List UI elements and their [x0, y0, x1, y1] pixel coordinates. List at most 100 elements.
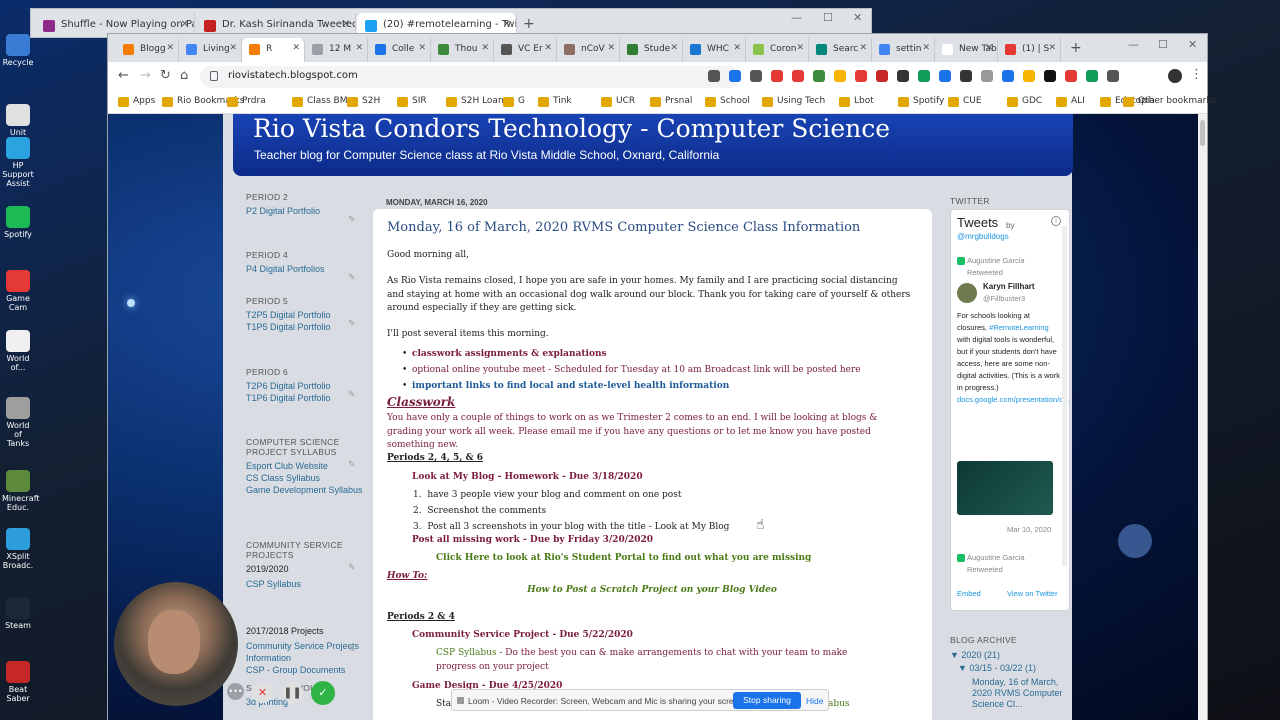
browser-tab[interactable]: Thou ✕	[431, 38, 494, 62]
page-scrollbar[interactable]	[1198, 114, 1207, 720]
sidebar-link[interactable]: CSP Syllabus	[246, 578, 366, 590]
maximize-icon[interactable]: ☐	[1158, 38, 1168, 51]
browser-tab[interactable]: Blogg ✕	[116, 38, 179, 62]
extension-icon[interactable]	[792, 70, 804, 82]
desktop-icon[interactable]: XSplit Broadc.	[2, 528, 34, 570]
browser-tab[interactable]: (1) | S ✕	[998, 38, 1061, 62]
webcam-bubble[interactable]	[114, 582, 238, 706]
extension-icon[interactable]	[876, 70, 888, 82]
cancel-recording-icon[interactable]: ✕	[252, 682, 273, 703]
tab-close-icon[interactable]: ✕	[342, 19, 350, 30]
extension-icon[interactable]	[918, 70, 930, 82]
extension-icon[interactable]	[1023, 70, 1035, 82]
student-portal-link[interactable]: Click Here to look at Rio's Student Port…	[436, 552, 966, 566]
close-icon[interactable]: ✕	[853, 11, 862, 24]
bookmark-item[interactable]: School	[705, 96, 750, 107]
extension-icon[interactable]	[1086, 70, 1098, 82]
desktop-icon[interactable]: Beat Saber	[2, 661, 34, 703]
new-tab-button[interactable]: +	[523, 16, 535, 32]
bookmark-item[interactable]: CUE	[948, 96, 982, 107]
minimize-icon[interactable]: —	[791, 11, 802, 24]
extension-icon[interactable]	[939, 70, 951, 82]
extension-icon[interactable]	[1002, 70, 1014, 82]
desktop-icon[interactable]: Game Cam	[2, 270, 34, 312]
bookmark-item[interactable]: Prdra	[227, 96, 266, 107]
more-options-icon[interactable]: •••	[227, 683, 244, 700]
edit-wrench-icon[interactable]: ✎	[348, 318, 356, 329]
info-icon[interactable]: i	[1051, 216, 1061, 226]
archive-year[interactable]: ▼ 2020 (21)	[950, 650, 1075, 661]
maximize-icon[interactable]: ☐	[823, 11, 833, 24]
tab-close-icon[interactable]: ✕	[733, 43, 741, 53]
tab-close-icon[interactable]: ✕	[166, 43, 174, 53]
list-item-link[interactable]: important links to find local and state-…	[412, 381, 729, 391]
scrollbar-thumb[interactable]	[1200, 120, 1205, 146]
bookmark-item[interactable]: S2H	[347, 96, 380, 107]
extension-icon[interactable]	[1044, 70, 1056, 82]
minimize-icon[interactable]: —	[1128, 38, 1139, 51]
extension-icon[interactable]	[960, 70, 972, 82]
browser-tab[interactable]: VC Er ✕	[494, 38, 557, 62]
tweet-link[interactable]: docs.google.com/presentation/d...	[957, 395, 1069, 404]
pause-recording-icon[interactable]: ❚❚	[282, 682, 303, 703]
bookmark-item[interactable]: Prsnal	[650, 96, 692, 107]
extension-icon[interactable]	[981, 70, 993, 82]
browser-tab[interactable]: Living ✕	[179, 38, 242, 62]
tab-close-icon[interactable]: ✕	[859, 43, 867, 53]
tab-close-icon[interactable]: ✕	[503, 19, 511, 30]
extension-icon[interactable]	[708, 70, 720, 82]
view-on-twitter-link[interactable]: View on Twitter	[1007, 588, 1058, 600]
extension-icon[interactable]	[1065, 70, 1077, 82]
edit-wrench-icon[interactable]: ✎	[348, 389, 356, 400]
desktop-icon[interactable]: World of Tanks	[2, 397, 34, 448]
extension-icon[interactable]	[855, 70, 867, 82]
tweet-image[interactable]	[957, 461, 1053, 515]
browser-tab[interactable]: Colle ✕	[368, 38, 431, 62]
browser-tab[interactable]: settin ✕	[872, 38, 935, 62]
widget-scrollbar[interactable]	[1062, 226, 1067, 566]
browser-tab[interactable]: WHC ✕	[683, 38, 746, 62]
tab-close-icon[interactable]: ✕	[985, 43, 993, 53]
extension-icon[interactable]	[750, 70, 762, 82]
tab-close-icon[interactable]: ✕	[1048, 43, 1056, 53]
extension-icon[interactable]	[813, 70, 825, 82]
tab-close-icon[interactable]: ✕	[607, 43, 615, 53]
tab-close-icon[interactable]: ✕	[481, 43, 489, 53]
bookmark-item[interactable]: Spotify	[898, 96, 944, 107]
tab-close-icon[interactable]: ✕	[355, 43, 363, 53]
extension-icon[interactable]	[897, 70, 909, 82]
desktop-icon[interactable]: HP Support Assist	[2, 137, 34, 188]
tab-close-icon[interactable]: ✕	[418, 43, 426, 53]
bookmark-item[interactable]: Apps	[118, 96, 155, 107]
tab-close-icon[interactable]: ✕	[922, 43, 930, 53]
browser-tab[interactable]: New Tab ✕	[935, 38, 998, 62]
hide-button[interactable]: Hide	[806, 696, 823, 706]
howto-video-link[interactable]: How to Post a Scratch Project on your Bl…	[387, 584, 917, 598]
sidebar-link[interactable]: Game Development Syllabus	[246, 484, 366, 496]
tab-close-icon[interactable]: ✕	[796, 43, 804, 53]
post-title[interactable]: Monday, 16 of March, 2020 RVMS Computer …	[387, 220, 860, 235]
tab-close-icon[interactable]: ✕	[544, 43, 552, 53]
close-icon[interactable]: ✕	[1188, 38, 1197, 51]
edit-wrench-icon[interactable]: ✎	[348, 562, 356, 573]
forward-arrow-icon[interactable]: →	[140, 68, 151, 83]
home-icon[interactable]: ⌂	[180, 68, 188, 83]
edit-wrench-icon[interactable]: ✎	[348, 272, 356, 283]
desktop-icon[interactable]: World of...	[2, 330, 34, 372]
sidebar-link[interactable]: CSP - Group Documents	[246, 664, 366, 676]
browser-tab[interactable]: R ✕	[242, 38, 305, 62]
tab-close-icon[interactable]: ✕	[670, 43, 678, 53]
browser-tab[interactable]: Stude ✕	[620, 38, 683, 62]
extension-icon[interactable]	[1107, 70, 1119, 82]
desktop-icon[interactable]: Minecraft Educ.	[2, 470, 40, 512]
csp-syllabus-link[interactable]: CSP Syllabus	[436, 648, 497, 658]
bookmark-item[interactable]: Tink	[538, 96, 572, 107]
bookmark-item[interactable]: Using Tech	[762, 96, 825, 107]
browser-tab[interactable]: 12 M ✕	[305, 38, 368, 62]
bookmark-item[interactable]: Class BM	[292, 96, 347, 107]
edit-wrench-icon[interactable]: ✎	[348, 459, 356, 470]
tab-close-icon[interactable]: ✕	[229, 43, 237, 53]
twitter-handle[interactable]: @mrgbulldogs	[957, 232, 1009, 241]
finish-recording-icon[interactable]: ✓	[311, 681, 335, 705]
profile-avatar[interactable]	[1168, 69, 1182, 83]
